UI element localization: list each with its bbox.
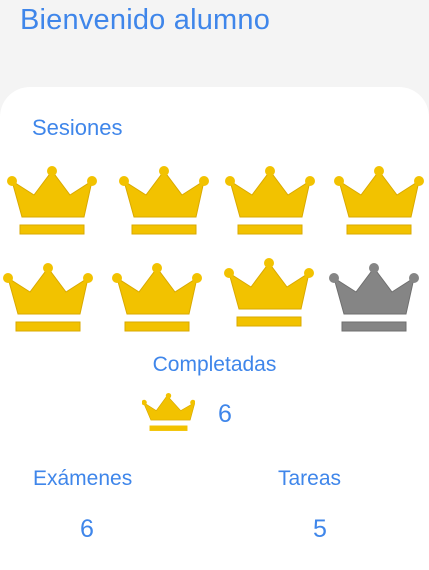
header-title: Bienvenido alumno <box>20 4 271 36</box>
sessions-title: Sesiones <box>32 115 123 140</box>
exams-label: Exámenes <box>33 467 133 490</box>
completed-count: 6 <box>218 400 232 428</box>
tasks-label: Tareas <box>278 467 342 490</box>
crown-completed-icon <box>112 263 202 332</box>
tasks-value: 5 <box>313 515 327 543</box>
exams-value: 6 <box>80 515 94 543</box>
crown-completed-icon <box>3 263 93 332</box>
completed-title: Completadas <box>152 353 277 376</box>
crown-completed-icon <box>225 166 315 235</box>
crown-completed-icon <box>7 166 97 235</box>
crown-icon <box>142 393 195 431</box>
dashboard-card: Sesiones Completadas 6 Exámenes Tareas 6… <box>0 87 429 570</box>
crown-completed-icon <box>224 258 314 327</box>
crown-completed-icon <box>119 166 209 235</box>
crown-completed-icon <box>334 166 424 235</box>
crown-pending-icon <box>329 263 419 332</box>
